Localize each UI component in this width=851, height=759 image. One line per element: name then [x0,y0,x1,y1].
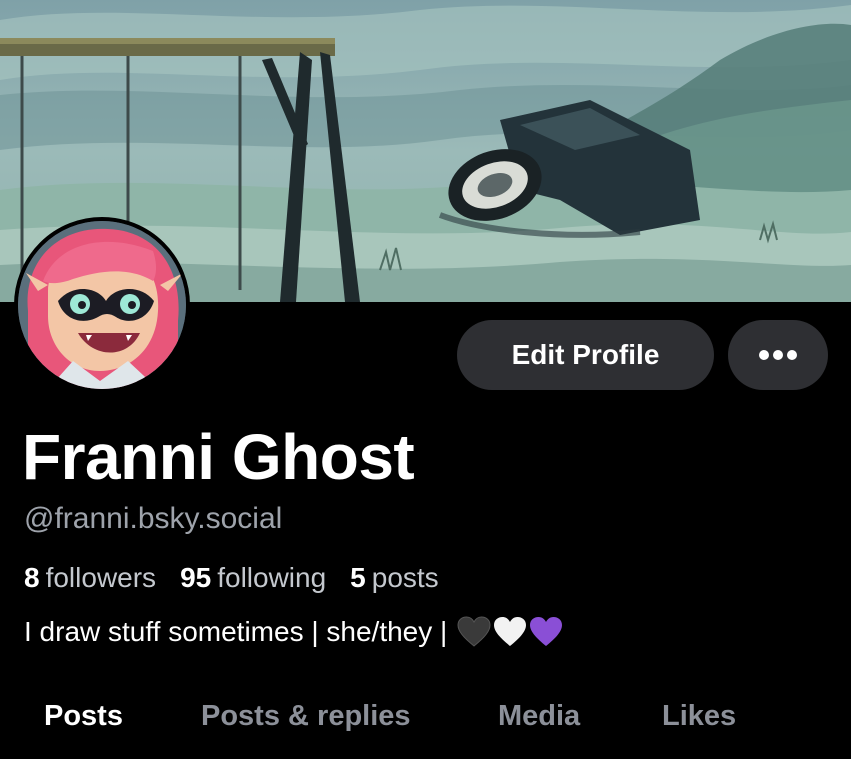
posts-label: posts [371,562,439,593]
following-count: 95 [180,562,212,593]
avatar-illustration [18,221,186,389]
tab-posts-and-replies[interactable]: Posts & replies [201,700,411,733]
tab-posts[interactable]: Posts [44,700,123,733]
edit-profile-label: Edit Profile [511,339,660,370]
display-name: Franni Ghost [22,421,415,493]
user-handle[interactable]: @franni.bsky.social [24,502,282,536]
bio-hearts [457,616,565,648]
followers-count: 8 [24,562,40,593]
following-label: following [217,562,327,593]
black-heart-icon [457,616,491,647]
following-stat[interactable]: 95 following [180,562,326,594]
purple-heart-icon [530,617,563,646]
profile-stats: 8 followers 95 following 5 posts [24,562,463,594]
ellipsis-icon [759,350,797,360]
tab-likes[interactable]: Likes [662,700,736,733]
profile-tabs: Posts Posts & replies Media Likes [0,690,851,750]
posts-stat: 5 posts [350,562,439,594]
followers-stat[interactable]: 8 followers [24,562,156,594]
followers-label: followers [45,562,157,593]
avatar[interactable] [14,217,190,393]
posts-count: 5 [350,562,366,593]
tab-media[interactable]: Media [498,700,580,733]
edit-profile-button[interactable]: Edit Profile [457,320,714,390]
white-heart-icon [494,617,527,646]
more-options-button[interactable] [728,320,828,390]
bio-text: I draw stuff sometimes | she/they | [24,616,448,647]
profile-bio: I draw stuff sometimes | she/they | [24,616,565,648]
